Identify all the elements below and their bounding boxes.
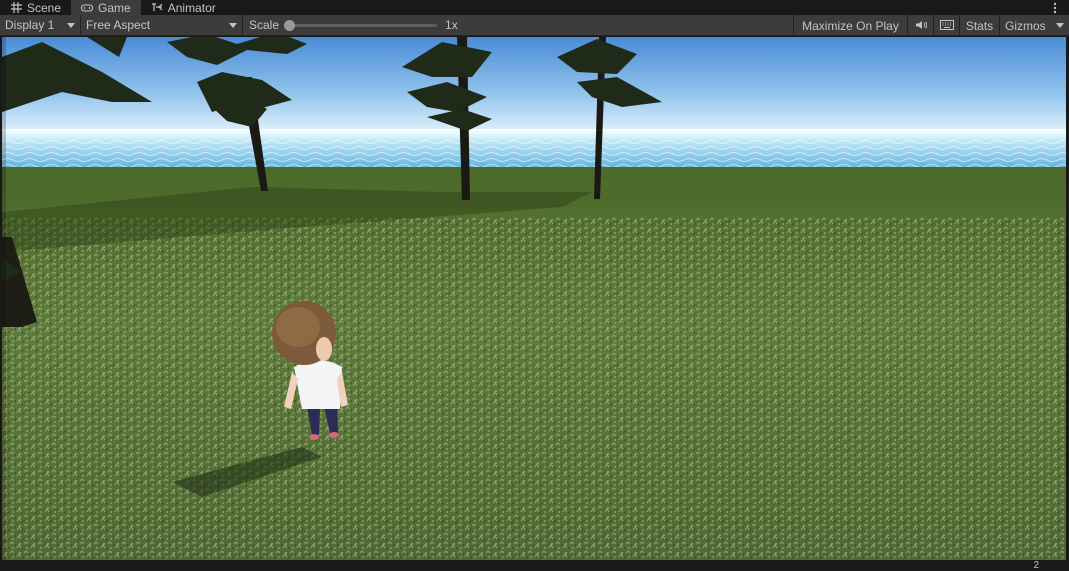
- toolbar-right-group: Maximize On Play Stats Gizmos: [793, 15, 1069, 36]
- chevron-down-icon: [1056, 23, 1064, 28]
- grid-icon: [10, 2, 22, 14]
- scale-label: Scale: [249, 18, 280, 32]
- stats-toggle[interactable]: Stats: [959, 15, 999, 36]
- gamepad-icon: [81, 2, 94, 14]
- aspect-dropdown[interactable]: Free Aspect: [81, 14, 243, 36]
- window-tab-strip: Scene Game Animator: [0, 0, 1069, 15]
- scale-slider[interactable]: [284, 19, 438, 31]
- scale-value: 1x: [445, 18, 458, 32]
- maximize-on-play-label: Maximize On Play: [802, 18, 899, 33]
- display-dropdown[interactable]: Display 1: [0, 14, 81, 36]
- scale-slider-handle[interactable]: [284, 19, 296, 31]
- more-options-icon[interactable]: [1049, 0, 1061, 15]
- display-dropdown-label: Display 1: [5, 18, 55, 32]
- keyboard-icon: [939, 19, 954, 33]
- status-count: 2: [1033, 560, 1039, 571]
- maximize-on-play-toggle[interactable]: Maximize On Play: [793, 15, 907, 36]
- game-viewport[interactable]: [2, 37, 1066, 560]
- game-view-toolbar: Display 1 Free Aspect Scale 1x Maximize …: [0, 14, 1069, 36]
- animator-icon: [151, 2, 163, 14]
- gizmos-dropdown[interactable]: Gizmos: [999, 15, 1069, 36]
- aspect-dropdown-label: Free Aspect: [86, 18, 151, 32]
- speaker-icon: [915, 19, 927, 33]
- gizmos-label: Gizmos: [1005, 18, 1046, 33]
- mute-audio-toggle[interactable]: [907, 15, 933, 36]
- shortcuts-toggle[interactable]: [933, 15, 959, 36]
- chevron-down-icon: [67, 22, 75, 28]
- tab-game-label: Game: [98, 0, 131, 15]
- scale-control: Scale 1x: [243, 15, 458, 36]
- tab-scene-label: Scene: [27, 0, 62, 15]
- tab-animator-label: Animator: [167, 0, 216, 15]
- bottom-status-strip: 2: [0, 560, 1069, 571]
- game-scene-render: [2, 37, 1066, 560]
- tab-animator[interactable]: Animator: [141, 0, 226, 15]
- tab-scene[interactable]: Scene: [0, 0, 71, 15]
- tab-game[interactable]: Game: [71, 0, 141, 15]
- chevron-down-icon: [229, 22, 237, 28]
- stats-label: Stats: [965, 18, 994, 33]
